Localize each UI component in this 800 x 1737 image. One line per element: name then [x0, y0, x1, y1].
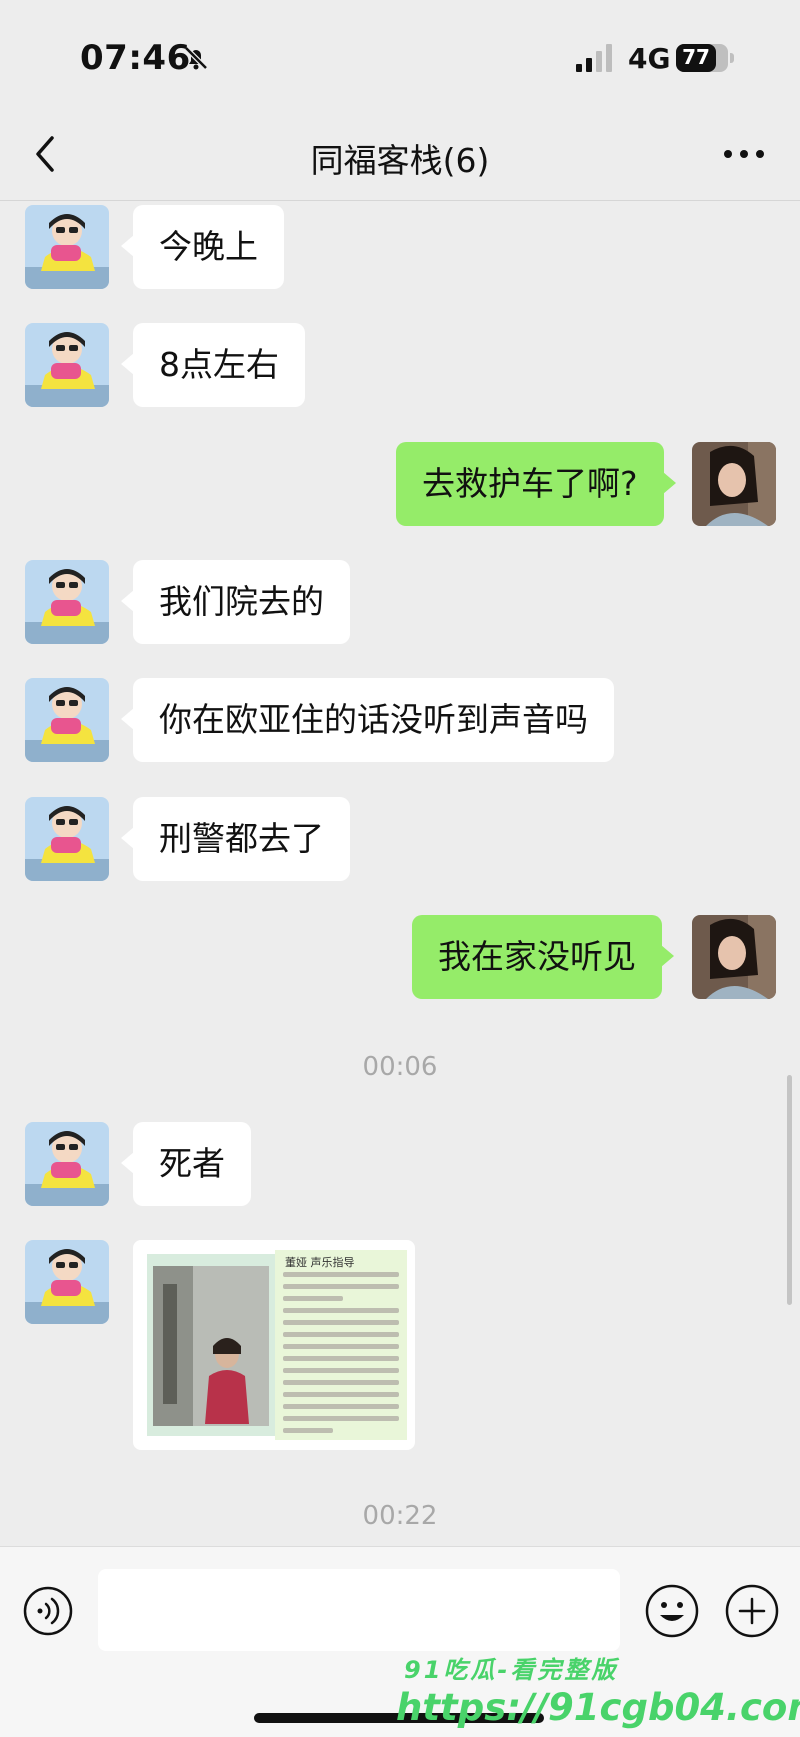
message-bubble[interactable]: 我在家没听见 — [412, 915, 674, 999]
image-message[interactable]: 董娅 声乐指导 — [133, 1240, 415, 1450]
voice-icon[interactable] — [22, 1585, 74, 1637]
timestamp: 00:06 — [362, 1052, 438, 1082]
more-dots-icon[interactable] — [722, 144, 766, 164]
network-type: 4G — [628, 42, 671, 75]
timestamp: 00:22 — [362, 1501, 438, 1531]
avatar[interactable] — [25, 560, 109, 644]
emoji-icon[interactable] — [644, 1583, 700, 1639]
chat-title: 同福客栈(6) — [310, 141, 490, 180]
message-bubble[interactable]: 刑警都去了 — [121, 797, 350, 881]
scrollbar[interactable] — [787, 1075, 792, 1305]
chat-header: 同福客栈(6) — [0, 110, 800, 201]
avatar[interactable] — [25, 205, 109, 289]
status-time: 07:46 — [80, 38, 191, 78]
message-bubble[interactable]: 你在欧亚住的话没听到声音吗 — [121, 678, 614, 762]
battery-level: 77 — [682, 45, 710, 69]
caption-panel: 董娅 声乐指导 — [275, 1250, 407, 1440]
avatar[interactable] — [25, 1122, 109, 1206]
image-caption: 董娅 声乐指导 — [285, 1256, 355, 1269]
avatar[interactable] — [25, 678, 109, 762]
status-bar: 07:46 4G 77 — [0, 0, 800, 110]
message-bubble[interactable]: 8点左右 — [121, 323, 305, 407]
watermark-url: https://91cgb04.com — [396, 1686, 800, 1729]
photo-thumbnail — [147, 1254, 275, 1436]
watermark-text: 91吃瓜-看完整版 — [404, 1656, 619, 1684]
avatar[interactable] — [692, 915, 776, 999]
avatar[interactable] — [25, 323, 109, 407]
bell-slash-icon — [184, 46, 208, 70]
signal-icon — [576, 44, 612, 72]
avatar[interactable] — [25, 1240, 109, 1324]
avatar[interactable] — [692, 442, 776, 526]
plus-icon[interactable] — [724, 1583, 780, 1639]
message-bubble[interactable]: 死者 — [121, 1122, 251, 1206]
avatar[interactable] — [25, 797, 109, 881]
message-bubble[interactable]: 我们院去的 — [121, 560, 350, 644]
battery-icon: 77 — [676, 44, 734, 72]
message-bubble[interactable]: 去救护车了啊? — [396, 442, 676, 526]
message-input[interactable] — [98, 1569, 620, 1651]
message-bubble[interactable]: 今晚上 — [121, 205, 284, 289]
